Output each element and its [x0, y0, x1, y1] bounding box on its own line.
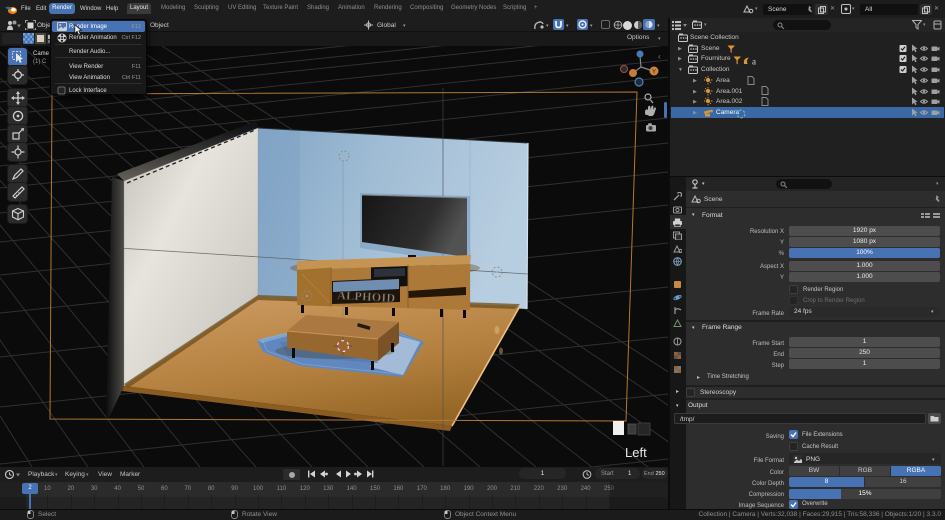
svg-text:Y: Y	[652, 70, 656, 76]
svg-text:‹: ‹	[658, 52, 661, 61]
svg-text:a: a	[752, 56, 756, 66]
svg-text:Left: Left	[625, 445, 647, 460]
